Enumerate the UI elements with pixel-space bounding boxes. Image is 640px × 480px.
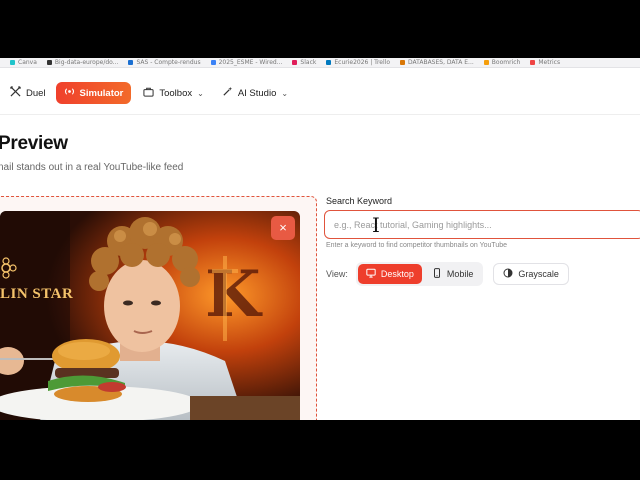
bookmark-item[interactable]: 2025_ESME - Wired... — [210, 59, 283, 66]
bookmark-item[interactable]: Big-data-europe/do... — [46, 59, 119, 66]
bookmark-label: Ecurie2026 | Trello — [334, 59, 390, 66]
thumbnail-overlay-text: LIN STAR — [0, 286, 74, 302]
bookmark-label: SAS - Compte-rendus — [136, 59, 201, 66]
nav-simulator[interactable]: Simulator — [55, 82, 132, 104]
bookmark-label: Big-data-europe/do... — [54, 59, 119, 66]
view-desktop-button[interactable]: Desktop — [357, 264, 422, 284]
bookmarks-bar: Canva Big-data-europe/do... SAS - Compte-r… — [0, 58, 640, 68]
view-options: View: Desktop Mobile Grayscale — [326, 262, 569, 286]
chevron-down-icon: ⌄ — [281, 88, 289, 98]
bookmark-favicon-icon — [400, 60, 405, 65]
bookmark-item[interactable]: SAS - Compte-rendus — [128, 59, 201, 66]
top-nav: Duel Simulator Toolbox ⌄ AI Studio ⌄ — [0, 80, 640, 106]
bookmark-item[interactable]: Canva — [10, 59, 37, 66]
text-cursor-icon: I — [372, 213, 380, 237]
bookmark-label: Metrics — [538, 59, 561, 66]
view-desktop-label: Desktop — [380, 269, 414, 279]
page-subtitle: nail stands out in a real YouTube-like f… — [0, 162, 184, 173]
toolbox-icon — [143, 86, 154, 100]
broadcast-icon — [64, 86, 75, 100]
page-title: Preview — [0, 133, 68, 154]
view-mobile-label: Mobile — [446, 269, 474, 279]
view-label: View: — [326, 269, 348, 279]
bookmark-label: Canva — [18, 59, 37, 66]
bookmark-favicon-icon — [292, 60, 298, 65]
bookmark-item[interactable]: Boomrich — [483, 59, 521, 66]
bookmark-label: 2025_ESME - Wired... — [218, 59, 283, 66]
bookmark-favicon-icon — [326, 60, 332, 65]
device-toggle: Desktop Mobile — [355, 262, 484, 286]
chevron-down-icon: ⌄ — [197, 88, 204, 98]
bookmark-label: DATABASES, DATA E... — [408, 59, 474, 66]
bookmark-item[interactable]: DATABASES, DATA E... — [400, 59, 474, 66]
monitor-icon — [366, 268, 376, 280]
search-keyword-label: Search Keyword — [326, 196, 393, 206]
magic-wand-icon — [222, 86, 233, 100]
bookmark-favicon-icon — [530, 60, 536, 65]
nav-ai-studio[interactable]: AI Studio ⌄ — [214, 82, 296, 104]
nav-toolbox[interactable]: Toolbox ⌄ — [135, 82, 211, 104]
nav-duel[interactable]: Duel — [2, 82, 54, 104]
thumbnail-image: K LIN STAR — [0, 211, 300, 420]
bookmark-item[interactable]: Metrics — [530, 59, 560, 66]
search-helper-text: Enter a keyword to find competitor thumb… — [326, 242, 508, 249]
svg-text:K: K — [205, 257, 263, 332]
bookmark-favicon-icon — [10, 60, 15, 65]
nav-toolbox-label: Toolbox — [159, 87, 193, 99]
remove-thumbnail-button[interactable]: × — [271, 216, 295, 240]
nav-divider — [0, 114, 640, 115]
browser-viewport: Canva Big-data-europe/do... SAS - Compte-r… — [0, 58, 640, 420]
view-mobile-button[interactable]: Mobile — [424, 264, 482, 284]
nav-simulator-label: Simulator — [79, 87, 124, 99]
bookmark-favicon-icon — [128, 60, 134, 65]
bookmark-favicon-icon — [210, 60, 216, 65]
grayscale-toggle-button[interactable]: Grayscale — [493, 263, 569, 285]
nav-duel-label: Duel — [26, 87, 46, 99]
bookmark-item[interactable]: Ecurie2026 | Trello — [326, 59, 390, 66]
grayscale-label: Grayscale — [518, 269, 559, 279]
smartphone-icon — [432, 268, 442, 280]
nav-ai-studio-label: AI Studio — [237, 87, 277, 99]
bookmark-label: Slack — [300, 59, 317, 66]
bookmark-favicon-icon — [483, 60, 489, 65]
bookmark-label: Boomrich — [491, 59, 521, 66]
bookmark-item[interactable]: Slack — [292, 59, 316, 66]
swords-icon — [10, 86, 21, 100]
bookmark-favicon-icon — [46, 60, 52, 65]
contrast-icon — [503, 268, 513, 280]
